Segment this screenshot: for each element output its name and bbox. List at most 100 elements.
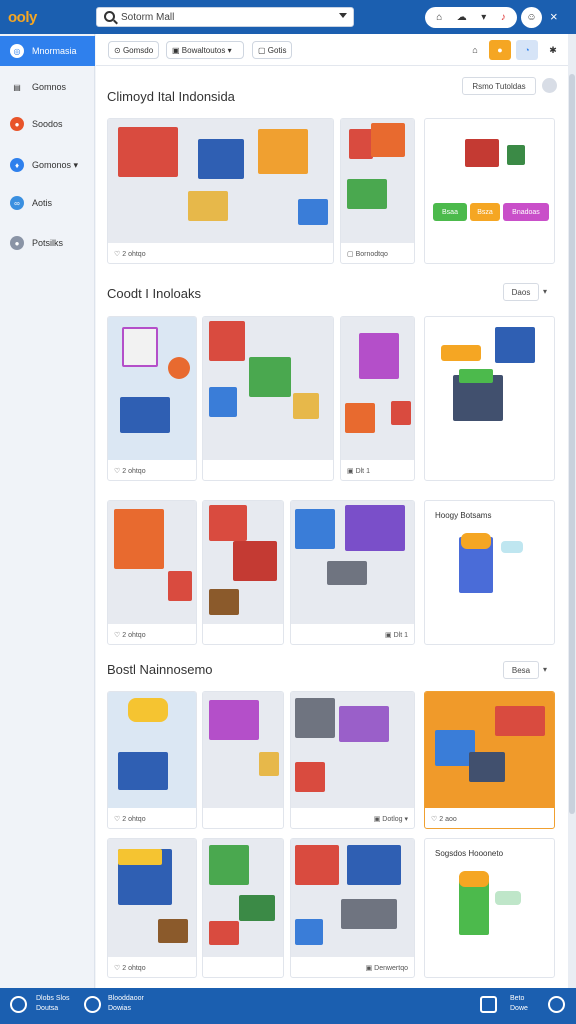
tag-button[interactable]: Bsza <box>470 203 500 221</box>
media-card[interactable]: ♡ 2 ohtqo <box>107 118 334 264</box>
featured-card[interactable]: ♡ 2 aoo <box>424 691 555 829</box>
side-card[interactable]: Sogsdos Hoooneto <box>424 838 555 978</box>
sidebar-item-label: Gomnos <box>32 82 67 92</box>
media-card[interactable]: ▢ Bornodtqo <box>340 118 415 264</box>
media-card[interactable]: ▣ Denwertqo <box>290 838 415 978</box>
media-card[interactable]: ♡ 2 ohtqo <box>107 316 197 481</box>
search-input[interactable]: Sotorm Mall <box>121 12 174 23</box>
filter-gomsdo[interactable]: ⊙ Gomsdo <box>108 41 160 59</box>
bottom-item-1[interactable]: Dlobs Slos Doutsa <box>36 994 69 1014</box>
side-card-title: Sogsdos Hoooneto <box>435 849 504 858</box>
side-card[interactable] <box>424 316 555 481</box>
chevron-down-icon[interactable]: ▾ <box>543 665 547 674</box>
card-meta-text: Bornodtqo <box>355 251 388 258</box>
bell-icon[interactable]: ♪ <box>501 12 506 23</box>
home-icon[interactable]: ⌂ <box>436 12 442 23</box>
media-card[interactable]: ♡ 2 ohtqo <box>107 691 197 829</box>
app-logo[interactable]: ooly <box>8 9 37 26</box>
media-card[interactable]: ♡ 2 ohtqo <box>107 838 197 978</box>
bottom-sublabel: Dowias <box>108 1005 131 1012</box>
dropdown-icon[interactable]: ▾ <box>481 12 486 23</box>
media-card[interactable]: ♡ 2 ohtqo <box>107 500 197 645</box>
lock-icon: ● <box>10 236 24 250</box>
section-button[interactable]: Rsmo Tutoldas <box>462 77 536 95</box>
bottom-item-2[interactable]: Blooddaoor Dowias <box>108 994 144 1014</box>
card-meta-text: Dlt 1 <box>393 632 408 639</box>
sidebar-item-soodos[interactable]: ● Soodos <box>0 109 95 139</box>
filter-bowaltoutos[interactable]: ▣ Bowaltoutos ▾ <box>166 41 244 59</box>
mall-illustration <box>108 501 196 624</box>
mall-illustration <box>203 501 283 624</box>
side-card[interactable]: Hoogy Botsams <box>424 500 555 645</box>
user-icon: ♦ <box>10 158 24 172</box>
compass-icon[interactable] <box>10 996 27 1013</box>
settings-icon[interactable]: ✱ <box>542 40 564 60</box>
card-meta: ▣ Dotlog ▾ <box>373 816 408 823</box>
mall-illustration <box>291 501 414 624</box>
chevron-down-icon[interactable]: ▾ <box>543 287 547 296</box>
bottom-bar: Dlobs Slos Doutsa Blooddaoor Dowias Beto Do… <box>0 988 576 1024</box>
fire-icon: ● <box>10 117 24 131</box>
sidebar-item-gomonos[interactable]: ♦ Gomonos ▾ <box>0 150 95 180</box>
bottom-sublabel: Doutsa <box>36 1005 59 1012</box>
link-icon: ∞ <box>10 196 24 210</box>
bag-icon[interactable]: ⌂ <box>464 40 486 60</box>
mall-illustration <box>108 317 196 460</box>
card-meta: ♡ 2 ohtqo <box>114 468 146 475</box>
filter-gotis[interactable]: ▢ Gotis <box>252 41 293 59</box>
mall-illustration <box>291 692 414 808</box>
card-meta-text: 2 ohtqo <box>122 632 146 639</box>
bottom-item-3[interactable]: Beto Dowe <box>510 994 528 1014</box>
media-card[interactable] <box>202 838 284 978</box>
toolbar-group: ⌂ ☁ ▾ ♪ <box>425 7 517 28</box>
side-card-title: Hoogy Botsams <box>435 511 492 520</box>
notification-button[interactable]: ☺ <box>521 7 542 28</box>
mall-illustration <box>203 317 333 460</box>
media-card[interactable]: ▣ Dotlog ▾ <box>290 691 415 829</box>
tag-button[interactable]: Bnadoas <box>503 203 549 221</box>
coin-icon[interactable]: ● <box>489 40 511 60</box>
card-meta-text: 2 ohtqo <box>122 468 146 475</box>
media-card[interactable] <box>202 691 284 829</box>
card-meta-text: 2 aoo <box>439 816 457 823</box>
sidebar-item-mnormasia[interactable]: ◎ Mnormasia <box>0 36 95 66</box>
card-meta: ▣ Denwertqo <box>365 965 408 972</box>
section-title: Bostl Nainnosemo <box>107 662 213 677</box>
card-meta-text: Dotlog <box>382 816 403 823</box>
sidebar-item-label: Aotis <box>32 198 53 208</box>
sidebar-item-gomnos[interactable]: ▤ Gomnos <box>0 72 95 102</box>
sidebar-item-label: Potsilks <box>32 238 64 248</box>
card-meta: ♡ 2 ohtqo <box>114 816 146 823</box>
card-meta: ▢ Bornodtqo <box>347 251 388 258</box>
card-meta: ♡ 2 ohtqo <box>114 251 146 258</box>
orange-tag <box>441 345 481 361</box>
close-icon[interactable]: × <box>550 9 558 24</box>
card-meta-text: 2 ohtqo <box>122 965 146 972</box>
card-meta: ▣ Dlt 1 <box>385 632 408 639</box>
search-bar[interactable]: Sotorm Mall <box>96 7 354 27</box>
side-card[interactable]: Bsaa Bsza Bnadoas <box>424 118 555 264</box>
media-card[interactable] <box>202 500 284 645</box>
media-card[interactable] <box>202 316 334 481</box>
section-button[interactable]: Daos <box>503 283 539 301</box>
mall-illustration <box>108 119 333 243</box>
logo-text: ooly <box>8 9 37 26</box>
sidebar-item-potsilks[interactable]: ● Potsilks <box>0 228 95 258</box>
sidebar-item-aotis[interactable]: ∞ Aotis <box>0 188 95 218</box>
tag-button[interactable]: Bsaa <box>433 203 467 221</box>
chevron-down-icon[interactable] <box>339 13 347 18</box>
media-card[interactable]: ▣ Dlt 1 <box>340 316 415 481</box>
clock-icon[interactable] <box>84 996 101 1013</box>
share-icon[interactable] <box>480 996 497 1013</box>
clock-icon[interactable]: ◔ <box>516 40 538 60</box>
media-card[interactable]: ▣ Dlt 1 <box>290 500 415 645</box>
support-icon[interactable] <box>548 996 565 1013</box>
scrollbar-thumb[interactable] <box>569 74 575 814</box>
mall-illustration <box>341 317 414 460</box>
cloud-icon[interactable]: ☁ <box>457 12 467 23</box>
scrollbar[interactable] <box>568 34 576 988</box>
avatar[interactable] <box>542 78 557 93</box>
card-meta: ♡ 2 aoo <box>431 816 457 823</box>
search-icon <box>104 11 115 22</box>
section-button[interactable]: Besa <box>503 661 539 679</box>
